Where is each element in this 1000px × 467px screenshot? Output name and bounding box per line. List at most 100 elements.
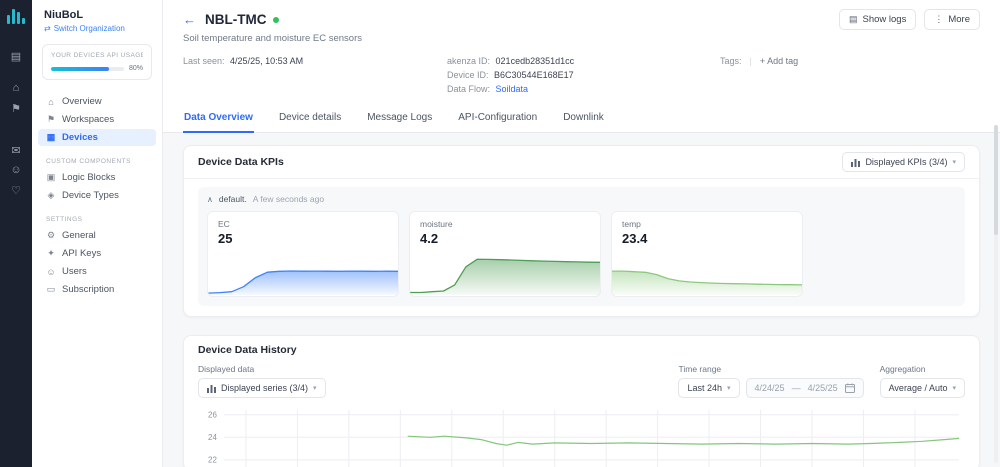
usage-progressbar <box>51 66 124 71</box>
sidebar-item-general[interactable]: ⚙ General <box>38 227 156 244</box>
sidebar-item-users[interactable]: ☺ Users <box>38 263 156 280</box>
kpi-group-panel: ∧ default. A few seconds ago EC 25 moist… <box>198 187 965 306</box>
chevron-down-icon: ▾ <box>313 385 317 392</box>
device-header: ← NBL-TMC ▤ Show logs ⋮ More Soil temper… <box>163 0 1000 104</box>
tab-message-logs[interactable]: Message Logs <box>366 104 433 132</box>
kpi-group-name: default. <box>218 194 247 204</box>
kpi-card-ec[interactable]: EC 25 <box>207 211 399 297</box>
sidebar-item-label: Overview <box>62 96 102 107</box>
kpi-group-timestamp: A few seconds ago <box>252 194 325 204</box>
sidebar-item-logic-blocks[interactable]: ▣ Logic Blocks <box>38 169 156 186</box>
last-seen-label: Last seen: <box>183 56 225 66</box>
device-id-label: Device ID: <box>447 70 489 80</box>
kpi-label: moisture <box>420 219 453 229</box>
sidebar-item-subscription[interactable]: ▭ Subscription <box>38 281 156 298</box>
displayed-series-select[interactable]: Displayed series (3/4) ▾ <box>198 378 326 398</box>
sidebar: NiuBoL ⇄ Switch Organization YOUR DEVICE… <box>32 0 163 467</box>
device-id-value: B6C30544E168E17 <box>494 70 574 80</box>
date-separator: — <box>791 383 801 393</box>
chart-icon <box>207 384 216 393</box>
subscription-icon: ▭ <box>46 284 56 294</box>
section-title-settings: SETTINGS <box>46 216 83 223</box>
devices-icon: ▦ <box>46 132 56 142</box>
displayed-kpis-select[interactable]: Displayed KPIs (3/4) ▾ <box>842 152 965 172</box>
sidebar-item-api-keys[interactable]: ✦ API Keys <box>38 245 156 262</box>
device-tabs: Data Overview Device details Message Log… <box>163 104 1000 133</box>
usage-label: YOUR DEVICES API USAGE <box>51 52 143 59</box>
more-button[interactable]: ⋮ More <box>924 9 980 30</box>
kpi-card-moisture[interactable]: moisture 4.2 <box>409 211 601 297</box>
tags-divider: | <box>749 56 752 66</box>
device-info: Last seen: 4/25/25, 10:53 AM akenza ID: … <box>183 56 980 104</box>
tags-label: Tags: <box>720 56 742 66</box>
chevron-down-icon: ▾ <box>952 159 956 166</box>
org-name: NiuBoL <box>44 9 84 21</box>
overview-icon: ⌂ <box>48 96 54 107</box>
sidebar-item-label: Devices <box>62 132 98 143</box>
temp-sparkline <box>612 270 802 295</box>
sidebar-item-label: General <box>62 230 96 241</box>
akenza-id-value: 021cedb28351d1cc <box>495 56 575 66</box>
date-to: 4/25/25 <box>807 383 838 393</box>
tab-device-details[interactable]: Device details <box>278 104 342 132</box>
workspaces-icon: ⚑ <box>46 114 56 124</box>
aggregation-group: Aggregation Average / Auto ▾ <box>879 364 965 398</box>
aggregation-label: Aggregation <box>879 364 926 374</box>
tab-downlink[interactable]: Downlink <box>562 104 605 132</box>
svg-text:26: 26 <box>208 410 217 419</box>
chat-icon[interactable]: ✉ <box>0 140 32 160</box>
show-logs-label: Show logs <box>862 14 907 25</box>
scrollbar-thumb[interactable] <box>994 125 998 235</box>
users-icon: ☺ <box>46 266 56 277</box>
akenza-id-label: akenza ID: <box>447 56 491 66</box>
tab-data-overview[interactable]: Data Overview <box>183 104 254 133</box>
sidebar-item-device-types[interactable]: ◈ Device Types <box>38 187 156 204</box>
more-icon: ⋮ <box>934 14 944 24</box>
user-icon[interactable]: ☺ <box>0 160 32 180</box>
back-arrow-icon[interactable]: ← <box>183 12 196 27</box>
app-logo[interactable] <box>7 8 25 24</box>
sidebar-item-workspaces[interactable]: ⚑ Workspaces <box>38 111 156 128</box>
panel-icon[interactable]: ▤ <box>0 46 32 66</box>
device-types-icon: ◈ <box>47 190 55 200</box>
switch-organization-link[interactable]: ⇄ Switch Organization <box>44 24 150 33</box>
chevron-down-icon: ▾ <box>952 385 956 392</box>
add-tag-button[interactable]: + Add tag <box>760 56 798 66</box>
usage-widget: YOUR DEVICES API USAGE 80% <box>42 44 152 80</box>
data-flow-link[interactable]: Soildata <box>496 84 529 94</box>
show-logs-button[interactable]: ▤ Show logs <box>838 9 917 30</box>
home-icon[interactable]: ⌂ <box>0 78 32 98</box>
data-flow-label: Data Flow: <box>447 84 491 94</box>
kpi-card-temp[interactable]: temp 23.4 <box>611 211 803 297</box>
svg-text:22: 22 <box>208 455 217 464</box>
history-card-title: Device Data History <box>198 344 297 356</box>
device-subtitle: Soil temperature and moisture EC sensors <box>183 33 362 44</box>
displayed-series-label: Displayed series (3/4) <box>221 383 309 393</box>
device-data-history-card: Device Data History Displayed data Displ… <box>183 335 980 467</box>
tab-api-configuration[interactable]: API-Configuration <box>457 104 538 132</box>
last-seen-value: 4/25/25, 10:53 AM <box>230 56 304 66</box>
gear-icon: ⚙ <box>46 230 56 240</box>
status-dot <box>273 16 280 23</box>
kpi-group-collapse[interactable]: ∧ default. A few seconds ago <box>207 194 956 204</box>
aggregation-select[interactable]: Average / Auto ▾ <box>879 378 965 398</box>
moisture-sparkline <box>410 258 600 295</box>
switch-icon: ⇄ <box>44 24 51 33</box>
svg-text:24: 24 <box>208 433 217 442</box>
sidebar-item-overview[interactable]: ⌂ Overview <box>38 93 156 110</box>
sidebar-item-label: API Keys <box>62 248 102 259</box>
icon-rail: ▤ ⌂ ⚑ ✉ ☺ ♡ <box>0 0 32 467</box>
flag-icon[interactable]: ⚑ <box>0 98 32 118</box>
sidebar-item-label: Logic Blocks <box>62 172 116 183</box>
sidebar-item-devices[interactable]: ▦ Devices <box>38 129 156 146</box>
section-title-custom-components: CUSTOM COMPONENTS <box>46 158 131 165</box>
kpi-value: 23.4 <box>622 231 648 246</box>
sidebar-item-label: Subscription <box>62 284 115 295</box>
help-icon[interactable]: ♡ <box>0 180 32 200</box>
history-chart: 26 24 22 <box>198 408 965 467</box>
kpi-value: 4.2 <box>420 231 439 246</box>
scrollbar[interactable] <box>994 125 998 463</box>
kpi-value: 25 <box>218 231 233 246</box>
date-range-input[interactable]: 4/24/25 — 4/25/25 <box>745 378 864 398</box>
time-range-select[interactable]: Last 24h ▾ <box>678 378 740 398</box>
